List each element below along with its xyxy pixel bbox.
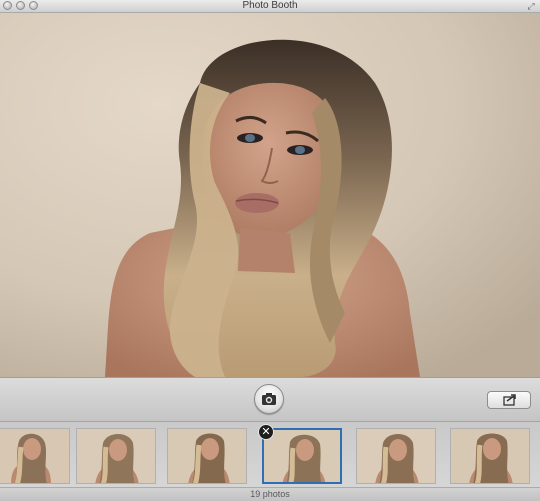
status-bar: 19 photos <box>0 487 540 501</box>
camera-icon <box>262 393 276 405</box>
photo-thumbnail[interactable] <box>356 428 436 484</box>
window-title: Photo Booth <box>242 0 298 11</box>
photo-thumbnail[interactable] <box>450 428 530 484</box>
photo-thumbnail[interactable] <box>0 428 70 484</box>
take-photo-button[interactable] <box>254 384 284 414</box>
share-icon <box>503 394 516 406</box>
close-icon: ✕ <box>261 426 271 438</box>
photo-thumbnail[interactable] <box>76 428 156 484</box>
photo-count: 19 photos <box>250 489 290 499</box>
delete-photo-button[interactable]: ✕ <box>258 424 274 440</box>
toolbar <box>0 377 540 422</box>
photo-thumbnail[interactable] <box>167 428 247 484</box>
camera-preview <box>0 13 540 377</box>
title-bar: Photo Booth ⤢ <box>0 0 540 13</box>
share-button[interactable] <box>487 391 531 409</box>
photo-thumbnail-selected[interactable] <box>262 428 342 484</box>
fullscreen-icon[interactable]: ⤢ <box>526 1 536 11</box>
